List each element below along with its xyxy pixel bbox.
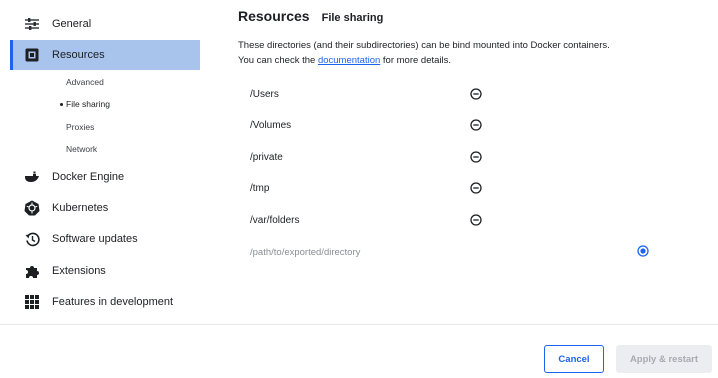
sidebar-item-extensions[interactable]: Extensions: [10, 256, 200, 286]
sidebar-item-label: Docker Engine: [52, 171, 125, 183]
sidebar-item-general[interactable]: General: [10, 9, 200, 39]
remove-directory-button[interactable]: [469, 181, 483, 195]
documentation-link[interactable]: documentation: [318, 55, 380, 66]
description: These directories (and their subdirector…: [238, 38, 708, 68]
shared-directory: /private: [250, 151, 283, 163]
page-subtitle: File sharing: [321, 12, 384, 24]
kubernetes-icon: [24, 200, 40, 216]
add-directory-button[interactable]: [636, 244, 650, 258]
sidebar-subitem-label: File sharing: [66, 99, 110, 109]
description-text: You can check the: [238, 55, 318, 66]
puzzle-icon: [24, 263, 40, 279]
page-header: Resources File sharing: [238, 8, 383, 24]
cancel-button[interactable]: Cancel: [544, 345, 604, 373]
new-directory-path-input[interactable]: [250, 244, 630, 260]
sidebar-subitem-advanced[interactable]: Advanced: [66, 75, 104, 89]
sidebar-item-docker-engine[interactable]: Docker Engine: [10, 162, 200, 192]
sliders-icon: [24, 16, 40, 32]
description-text: for more details.: [380, 55, 452, 66]
sidebar-subitem-label: Advanced: [66, 77, 104, 87]
shared-directory: /Volumes: [250, 119, 292, 131]
shared-directory: /var/folders: [250, 214, 300, 226]
history-icon: [24, 231, 40, 247]
minus-circle-icon: [470, 151, 482, 163]
minus-circle-icon: [470, 88, 482, 100]
remove-directory-button[interactable]: [469, 150, 483, 164]
shared-directory: /Users: [250, 88, 279, 100]
settings-sidebar: General Resources Advanced File sharing …: [0, 0, 218, 322]
sidebar-subitem-file-sharing[interactable]: File sharing: [60, 97, 110, 111]
sidebar-item-features-in-development[interactable]: Features in development: [10, 287, 200, 317]
grid-icon: [24, 294, 40, 310]
remove-directory-button[interactable]: [469, 213, 483, 227]
description-line: You can check the documentation for more…: [238, 53, 708, 68]
sidebar-subitem-label: Proxies: [66, 122, 95, 132]
remove-directory-button[interactable]: [469, 87, 483, 101]
sidebar-item-label: General: [52, 18, 92, 30]
sidebar-item-label: Resources: [52, 49, 105, 61]
sidebar-item-label: Kubernetes: [52, 202, 109, 214]
sidebar-item-label: Software updates: [52, 233, 138, 245]
sidebar-subitem-label: Network: [66, 144, 98, 154]
resources-icon: [24, 47, 40, 63]
shared-directory: /tmp: [250, 182, 270, 194]
minus-circle-icon: [470, 182, 482, 194]
page-title: Resources: [238, 8, 310, 24]
sidebar-item-label: Extensions: [52, 265, 106, 277]
sidebar-item-kubernetes[interactable]: Kubernetes: [10, 193, 200, 223]
apply-restart-button[interactable]: Apply & restart: [616, 345, 712, 373]
sidebar-item-resources[interactable]: Resources: [10, 40, 200, 70]
add-circle-icon: [637, 245, 649, 257]
whale-icon: [24, 169, 40, 185]
remove-directory-button[interactable]: [469, 118, 483, 132]
footer-divider: [0, 324, 718, 325]
minus-circle-icon: [470, 119, 482, 131]
minus-circle-icon: [470, 214, 482, 226]
sidebar-subitem-proxies[interactable]: Proxies: [66, 120, 94, 134]
active-dot-icon: [60, 103, 63, 106]
description-line: These directories (and their subdirector…: [238, 40, 610, 51]
sidebar-item-software-updates[interactable]: Software updates: [10, 224, 200, 254]
sidebar-item-label: Features in development: [52, 296, 174, 308]
sidebar-subitem-network[interactable]: Network: [66, 142, 97, 156]
